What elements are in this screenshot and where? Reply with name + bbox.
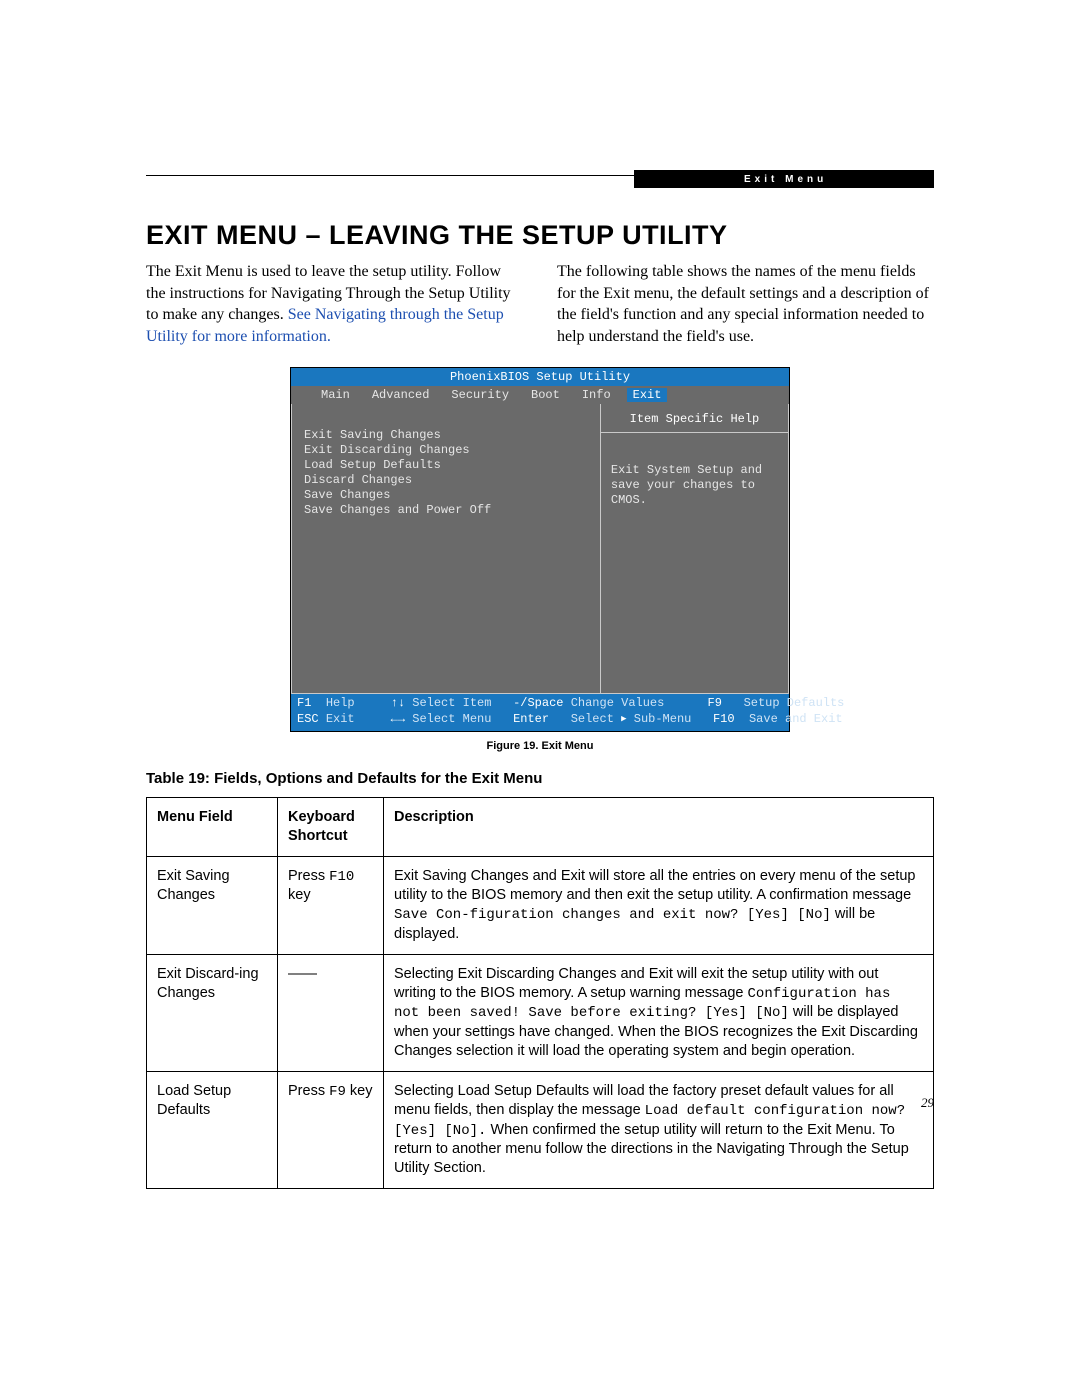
table-row: Load Setup Defaults Press F9 key Selecti… xyxy=(147,1071,934,1188)
bios-help-title: Item Specific Help xyxy=(601,404,788,433)
key-f10: F10 xyxy=(713,712,735,726)
arrows-ud-icon: ↑↓ xyxy=(391,696,405,710)
shortcut-text: Press xyxy=(288,868,329,884)
figure-caption: Figure 19. Exit Menu xyxy=(146,740,934,752)
shortcut-text: —— xyxy=(288,966,317,982)
bios-tabs: Main Advanced Security Boot Info Exit xyxy=(291,386,789,404)
label-save-exit: Save and Exit xyxy=(749,712,843,726)
shortcut-text: key xyxy=(346,1083,373,1099)
bios-figure: PhoenixBIOS Setup Utility Main Advanced … xyxy=(290,367,790,731)
fields-table: Menu Field Keyboard Shortcut Description… xyxy=(146,797,934,1190)
section-chip: Exit Menu xyxy=(634,170,934,188)
cell-shortcut: —— xyxy=(278,954,384,1071)
bios-tab-exit[interactable]: Exit xyxy=(627,388,668,402)
label-select: Select xyxy=(571,712,614,726)
label-change-values: Change Values xyxy=(571,696,665,710)
cell-description: Selecting Load Setup Defaults will load … xyxy=(384,1071,934,1188)
intro-columns: The Exit Menu is used to leave the setup… xyxy=(146,261,934,347)
label-setup-defaults: Setup Defaults xyxy=(744,696,845,710)
shortcut-key: F9 xyxy=(329,1084,346,1100)
bios-footer: F1 Help ↑↓ Select Item -/Space Change Va… xyxy=(291,694,789,730)
label-select-menu: Select Menu xyxy=(412,712,491,726)
cell-shortcut: Press F9 key xyxy=(278,1071,384,1188)
key-f9: F9 xyxy=(708,696,722,710)
bios-item[interactable]: Save Changes xyxy=(304,488,390,502)
bios-tab-main[interactable]: Main xyxy=(321,388,350,402)
cell-description: Selecting Exit Discarding Changes and Ex… xyxy=(384,954,934,1071)
cell-menu-field: Load Setup Defaults xyxy=(147,1071,278,1188)
bios-title: PhoenixBIOS Setup Utility xyxy=(291,368,789,386)
cell-shortcut: Press F10 key xyxy=(278,856,384,954)
col-menu-field: Menu Field xyxy=(147,797,278,856)
shortcut-key: F10 xyxy=(329,869,354,885)
shortcut-text: Press xyxy=(288,1083,329,1099)
desc-text: Exit Saving Changes and Exit will store … xyxy=(394,868,915,903)
page-title: EXIT MENU – LEAVING THE SETUP UTILITY xyxy=(146,220,934,251)
key-esc: ESC xyxy=(297,712,319,726)
bios-tab-security[interactable]: Security xyxy=(451,388,509,402)
bios-item[interactable]: Exit Discarding Changes xyxy=(304,443,470,457)
cell-description: Exit Saving Changes and Exit will store … xyxy=(384,856,934,954)
bios-tab-boot[interactable]: Boot xyxy=(531,388,560,402)
col-description: Description xyxy=(384,797,934,856)
bios-body: Exit Saving Changes Exit Discarding Chan… xyxy=(291,404,789,694)
bios-window: PhoenixBIOS Setup Utility Main Advanced … xyxy=(290,367,790,731)
bios-menu-list: Exit Saving Changes Exit Discarding Chan… xyxy=(291,404,601,694)
page-number: 29 xyxy=(921,1095,934,1111)
bios-tab-info[interactable]: Info xyxy=(582,388,611,402)
cell-menu-field: Exit Discard-ing Changes xyxy=(147,954,278,1071)
table-row: Exit Discard-ing Changes —— Selecting Ex… xyxy=(147,954,934,1071)
table-caption: Table 19: Fields, Options and Defaults f… xyxy=(146,770,934,787)
bios-help-panel: Item Specific Help Exit System Setup and… xyxy=(601,404,789,694)
label-submenu: Sub-Menu xyxy=(634,712,692,726)
label-select-item: Select Item xyxy=(412,696,491,710)
bios-help-body: Exit System Setup and save your changes … xyxy=(601,433,788,538)
key-minus-space: -/Space xyxy=(513,696,563,710)
bios-tab-advanced[interactable]: Advanced xyxy=(372,388,430,402)
key-enter: Enter xyxy=(513,712,549,726)
bios-item[interactable]: Save Changes and Power Off xyxy=(304,503,491,517)
triangle-right-icon: ▶ xyxy=(621,714,626,726)
col-keyboard-shortcut: Keyboard Shortcut xyxy=(278,797,384,856)
arrows-lr-icon: ←→ xyxy=(391,712,405,726)
desc-mono: Save Con-figuration changes and exit now… xyxy=(394,907,831,923)
intro-right: The following table shows the names of t… xyxy=(557,261,934,347)
label-exit: Exit xyxy=(326,712,355,726)
key-f1: F1 xyxy=(297,696,311,710)
table-header-row: Menu Field Keyboard Shortcut Description xyxy=(147,797,934,856)
cell-menu-field: Exit Saving Changes xyxy=(147,856,278,954)
intro-left: The Exit Menu is used to leave the setup… xyxy=(146,261,523,347)
shortcut-text: key xyxy=(288,887,311,903)
bios-item[interactable]: Discard Changes xyxy=(304,473,412,487)
label-help: Help xyxy=(326,696,355,710)
bios-item[interactable]: Exit Saving Changes xyxy=(304,428,441,442)
bios-item[interactable]: Load Setup Defaults xyxy=(304,458,441,472)
table-row: Exit Saving Changes Press F10 key Exit S… xyxy=(147,856,934,954)
